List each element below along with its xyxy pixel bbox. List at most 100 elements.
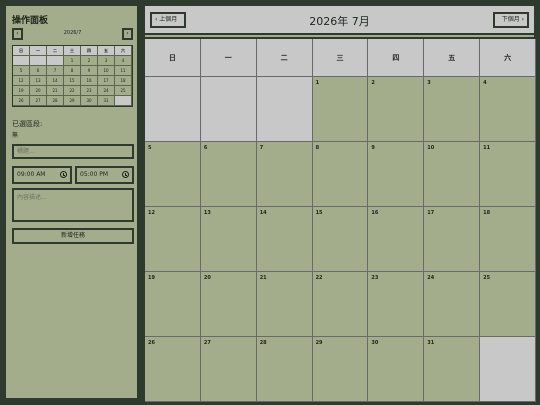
mini-weekday-header: 四 xyxy=(81,46,98,56)
calendar-day-cell[interactable]: 1 xyxy=(312,77,369,142)
mini-day-cell[interactable]: 4 xyxy=(115,56,132,66)
selected-range-value: 無 xyxy=(12,132,19,139)
calendar-day-cell[interactable]: 17 xyxy=(424,207,481,272)
next-month-button[interactable]: 下個月 › xyxy=(493,12,529,28)
mini-day-cell[interactable]: 29 xyxy=(64,96,81,106)
mini-day-cell[interactable]: 23 xyxy=(81,86,98,96)
mini-day-cell[interactable]: 8 xyxy=(64,66,81,76)
calendar-day-cell[interactable]: 24 xyxy=(424,272,481,337)
calendar-day-number: 19 xyxy=(148,275,155,281)
calendar-day-cell[interactable]: 2 xyxy=(368,77,425,142)
mini-day-cell[interactable]: 14 xyxy=(47,76,64,86)
calendar-day-cell[interactable]: 16 xyxy=(368,207,425,272)
mini-day-cell[interactable]: 9 xyxy=(81,66,98,76)
calendar-day-number: 13 xyxy=(203,210,211,216)
mini-day-cell[interactable]: 15 xyxy=(64,76,81,86)
title-input[interactable]: 標題... xyxy=(12,144,134,159)
mini-next-month-button[interactable]: › xyxy=(122,28,133,40)
mini-day-cell[interactable]: 22 xyxy=(64,86,81,96)
calendar-day-cell[interactable]: 11 xyxy=(480,142,536,207)
mini-weekday-header: 五 xyxy=(98,46,115,56)
calendar-day-cell[interactable]: 20 xyxy=(200,272,257,337)
mini-day-cell[interactable]: 5 xyxy=(13,66,30,76)
mini-day-cell[interactable]: 20 xyxy=(30,86,47,96)
calendar-day-number: 6 xyxy=(203,145,208,151)
calendar-day-cell[interactable]: 29 xyxy=(312,337,369,402)
end-time-input[interactable]: 05:00 PM xyxy=(75,166,134,184)
calendar-weekday-header: 六 xyxy=(480,39,536,77)
clock-icon[interactable] xyxy=(60,171,67,178)
mini-day-cell[interactable]: 6 xyxy=(30,66,47,76)
clock-icon[interactable] xyxy=(122,171,129,178)
calendar-day-cell[interactable]: 3 xyxy=(424,77,481,142)
calendar-day-cell[interactable]: 27 xyxy=(200,337,257,402)
calendar-day-number: 21 xyxy=(259,275,267,281)
mini-day-cell[interactable]: 13 xyxy=(30,76,47,86)
mini-day-cell[interactable]: 11 xyxy=(115,66,132,76)
mini-day-cell[interactable]: 16 xyxy=(81,76,98,86)
description-textarea[interactable]: 內容描述... xyxy=(12,188,134,222)
calendar-day-number: 18 xyxy=(483,210,491,216)
mini-prev-month-button[interactable]: ‹ xyxy=(12,28,23,40)
calendar-day-cell[interactable]: 14 xyxy=(256,207,313,272)
calendar-day-cell[interactable]: 15 xyxy=(312,207,369,272)
calendar-day-number: 11 xyxy=(483,145,491,151)
calendar-day-cell[interactable]: 12 xyxy=(145,207,201,272)
calendar-grid: 日一二三四五六 1 2 3 4 5 6 7 8 9 10 11 12 13 14 15 16 17 18 19 20 21… xyxy=(145,37,536,402)
mini-day-cell[interactable]: 26 xyxy=(13,96,30,106)
mini-day-cell[interactable]: 21 xyxy=(47,86,64,96)
mini-day-cell[interactable]: 17 xyxy=(98,76,115,86)
calendar-day-cell[interactable]: 13 xyxy=(200,207,257,272)
mini-empty-cell xyxy=(30,56,47,66)
mini-day-cell[interactable]: 28 xyxy=(47,96,64,106)
calendar-day-cell[interactable]: 26 xyxy=(145,337,201,402)
mini-day-cell[interactable]: 2 xyxy=(81,56,98,66)
calendar-day-cell[interactable]: 31 xyxy=(424,337,481,402)
mini-day-cell[interactable]: 12 xyxy=(13,76,30,86)
calendar-day-cell[interactable]: 10 xyxy=(424,142,481,207)
start-time-value: 09:00 AM xyxy=(17,171,46,178)
add-task-button[interactable]: 新增任務 xyxy=(12,228,134,244)
calendar-day-number: 10 xyxy=(427,145,435,151)
mini-day-cell[interactable]: 30 xyxy=(81,96,98,106)
calendar-weekday-header: 日 xyxy=(145,39,201,77)
calendar-day-cell[interactable]: 19 xyxy=(145,272,201,337)
mini-weekday-header: 六 xyxy=(115,46,132,56)
mini-day-cell[interactable]: 3 xyxy=(98,56,115,66)
calendar-day-number: 9 xyxy=(371,145,375,151)
calendar-day-cell[interactable]: 8 xyxy=(312,142,369,207)
calendar-day-cell[interactable]: 4 xyxy=(480,77,536,142)
calendar-day-number: 31 xyxy=(427,340,435,346)
calendar-day-cell[interactable]: 5 xyxy=(145,142,201,207)
calendar-day-cell[interactable]: 6 xyxy=(200,142,257,207)
control-panel: 操作面板 ‹ 2026/7 › 日一二三四五六 1 2 3 4 5 6 7 8 9 10 11 12 13… xyxy=(4,4,139,400)
mini-day-cell[interactable]: 27 xyxy=(30,96,47,106)
calendar-weekday-header: 二 xyxy=(256,39,313,77)
mini-day-cell[interactable]: 1 xyxy=(64,56,81,66)
start-time-input[interactable]: 09:00 AM xyxy=(12,166,72,184)
calendar-empty-cell xyxy=(256,77,313,142)
calendar-day-number: 3 xyxy=(427,80,431,86)
mini-day-cell[interactable]: 31 xyxy=(98,96,115,106)
calendar-day-cell[interactable]: 28 xyxy=(256,337,313,402)
calendar-day-cell[interactable]: 22 xyxy=(312,272,369,337)
calendar-day-cell[interactable]: 9 xyxy=(368,142,425,207)
calendar-day-cell[interactable]: 7 xyxy=(256,142,313,207)
calendar-header: ‹ 上個月 2026年 7月 下個月 › xyxy=(145,6,534,35)
calendar-day-number: 5 xyxy=(148,145,152,151)
mini-day-cell[interactable]: 10 xyxy=(98,66,115,76)
calendar-day-cell[interactable]: 21 xyxy=(256,272,313,337)
calendar-day-cell[interactable]: 25 xyxy=(480,272,536,337)
calendar-day-cell[interactable]: 23 xyxy=(368,272,425,337)
mini-empty-cell xyxy=(47,56,64,66)
mini-day-cell[interactable]: 24 xyxy=(98,86,115,96)
mini-day-cell[interactable]: 7 xyxy=(47,66,64,76)
calendar-weekday-header: 五 xyxy=(424,39,481,77)
mini-day-cell[interactable]: 18 xyxy=(115,76,132,86)
mini-day-cell[interactable]: 19 xyxy=(13,86,30,96)
mini-day-cell[interactable]: 25 xyxy=(115,86,132,96)
calendar-day-number: 24 xyxy=(427,275,435,281)
calendar-day-cell[interactable]: 30 xyxy=(368,337,425,402)
calendar-day-cell[interactable]: 18 xyxy=(480,207,536,272)
calendar-day-number: 29 xyxy=(315,340,323,346)
